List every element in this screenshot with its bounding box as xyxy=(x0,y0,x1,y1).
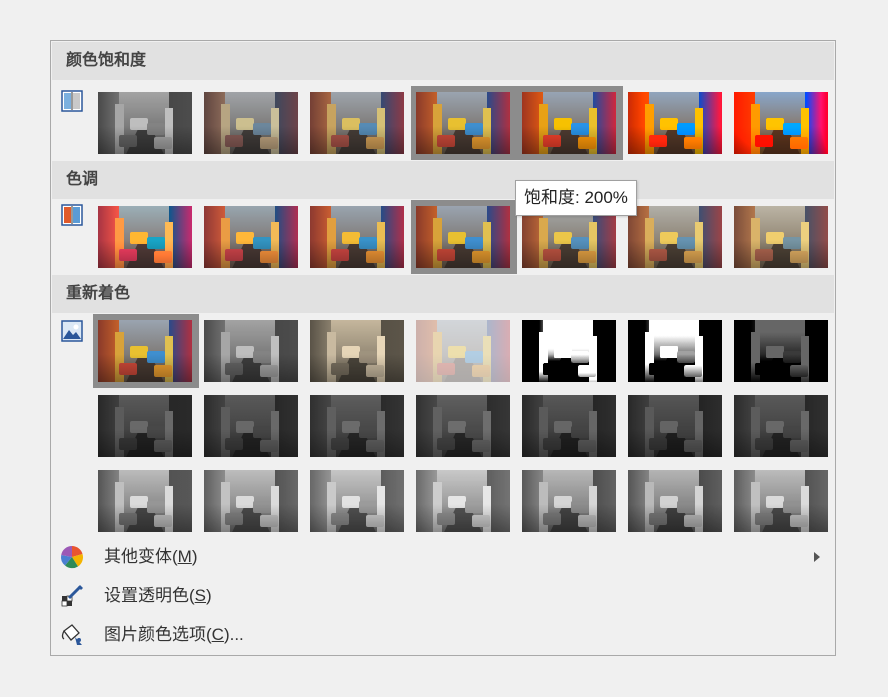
thumbnail-image xyxy=(310,206,404,268)
recolor-title: 重新着色 xyxy=(66,285,131,302)
tone-title: 色调 xyxy=(66,171,99,188)
tone-icon xyxy=(61,204,83,226)
recolor-header: 重新着色 xyxy=(52,275,834,313)
recolor-option[interactable] xyxy=(729,464,835,538)
thumbnail-image xyxy=(734,320,828,382)
thumbnail-image xyxy=(734,470,828,532)
recolor-option[interactable] xyxy=(729,389,835,463)
picture-color-options-item[interactable]: 图片颜色选项(C)... xyxy=(52,617,834,653)
thumbnail-image xyxy=(310,92,404,154)
picture-color-menu: 颜色饱和度 色调 重新着色 其他变体(M) 设置透明色(S) 图片颜色选项(C)… xyxy=(50,40,836,656)
saturation-option[interactable] xyxy=(411,86,517,160)
thumbnail-image xyxy=(204,320,298,382)
thumbnail-image xyxy=(310,395,404,457)
recolor-option[interactable] xyxy=(305,314,411,388)
tone-option[interactable] xyxy=(411,200,517,274)
recolor-option[interactable] xyxy=(623,464,729,538)
recolor-option[interactable] xyxy=(411,314,517,388)
recolor-option[interactable] xyxy=(517,464,623,538)
tone-option[interactable] xyxy=(93,200,199,274)
picture-color-options-label: 图片颜色选项(C)... xyxy=(104,625,244,644)
saturation-option[interactable] xyxy=(623,86,729,160)
thumbnail-image xyxy=(522,470,616,532)
thumbnail-image xyxy=(416,395,510,457)
thumbnail-image xyxy=(204,470,298,532)
recolor-option[interactable] xyxy=(199,464,305,538)
thumbnail-image xyxy=(628,92,722,154)
thumbnail-image xyxy=(522,92,616,154)
recolor-option[interactable] xyxy=(199,389,305,463)
set-transparent-color-label: 设置透明色(S) xyxy=(104,586,212,605)
thumbnail-image xyxy=(734,206,828,268)
tone-option[interactable] xyxy=(623,200,729,274)
thumbnail-image xyxy=(204,92,298,154)
thumbnail-image xyxy=(628,206,722,268)
thumbnail-image xyxy=(98,92,192,154)
submenu-arrow-icon xyxy=(814,552,820,562)
recolor-option[interactable] xyxy=(199,314,305,388)
recolor-option[interactable] xyxy=(93,389,199,463)
thumbnail-image xyxy=(734,92,828,154)
recolor-option[interactable] xyxy=(93,314,199,388)
saturation-option[interactable] xyxy=(199,86,305,160)
saturation-option[interactable] xyxy=(517,86,623,160)
saturation-icon xyxy=(61,90,83,112)
color-wheel-icon xyxy=(60,545,84,569)
saturation-header: 颜色饱和度 xyxy=(52,42,834,80)
thumbnail-image xyxy=(204,395,298,457)
thumbnail-image xyxy=(416,470,510,532)
saturation-title: 颜色饱和度 xyxy=(66,52,147,69)
thumbnail-image xyxy=(204,206,298,268)
saturation-tooltip: 饱和度: 200% xyxy=(515,180,637,216)
tone-option[interactable] xyxy=(729,200,835,274)
thumbnail-image xyxy=(310,320,404,382)
recolor-option[interactable] xyxy=(93,464,199,538)
recolor-option[interactable] xyxy=(623,389,729,463)
thumbnail-image xyxy=(522,320,616,382)
thumbnail-image xyxy=(98,470,192,532)
saturation-option[interactable] xyxy=(305,86,411,160)
thumbnail-image xyxy=(628,320,722,382)
thumbnail-image xyxy=(628,470,722,532)
thumbnail-image xyxy=(98,320,192,382)
thumbnail-image xyxy=(734,395,828,457)
saturation-option[interactable] xyxy=(93,86,199,160)
recolor-option[interactable] xyxy=(729,314,835,388)
thumbnail-image xyxy=(628,395,722,457)
thumbnail-image xyxy=(416,206,510,268)
thumbnail-image xyxy=(416,92,510,154)
set-transparent-color-item[interactable]: 设置透明色(S) xyxy=(52,578,834,614)
thumbnail-image xyxy=(522,395,616,457)
recolor-option[interactable] xyxy=(305,389,411,463)
recolor-option[interactable] xyxy=(517,389,623,463)
more-variations-item[interactable]: 其他变体(M) xyxy=(52,539,834,575)
thumbnail-image xyxy=(310,470,404,532)
saturation-option[interactable] xyxy=(729,86,835,160)
tone-option[interactable] xyxy=(199,200,305,274)
recolor-option[interactable] xyxy=(411,389,517,463)
transparent-color-pen-icon xyxy=(60,584,84,608)
recolor-option[interactable] xyxy=(517,314,623,388)
recolor-icon xyxy=(61,320,83,342)
tone-option[interactable] xyxy=(305,200,411,274)
recolor-option[interactable] xyxy=(411,464,517,538)
tone-header: 色调 xyxy=(52,161,834,199)
paint-bucket-icon xyxy=(60,623,84,647)
thumbnail-image xyxy=(416,320,510,382)
more-variations-label: 其他变体(M) xyxy=(104,547,198,566)
thumbnail-image xyxy=(98,206,192,268)
recolor-option[interactable] xyxy=(623,314,729,388)
thumbnail-image xyxy=(98,395,192,457)
recolor-option[interactable] xyxy=(305,464,411,538)
